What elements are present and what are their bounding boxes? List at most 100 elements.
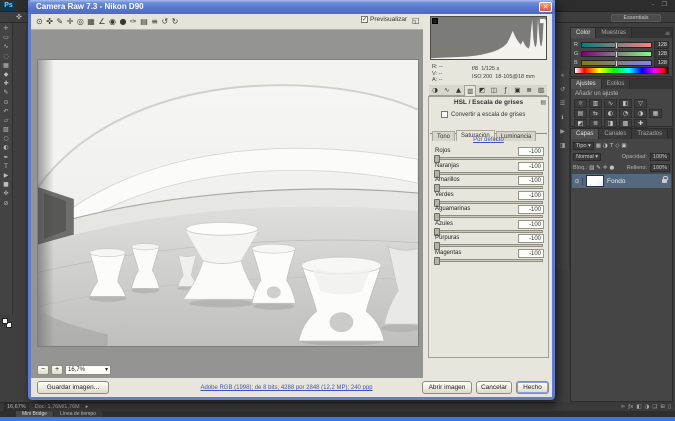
layer-group-icon[interactable]: ❏ — [652, 404, 657, 410]
blur-tool-icon[interactable]: ○ — [3, 136, 8, 142]
adj-posterize-icon[interactable]: ≣ — [589, 119, 602, 128]
eraser-tool-icon[interactable]: ▱ — [4, 118, 9, 124]
lock-pixels-icon[interactable]: ✎ — [596, 165, 601, 171]
cr-tab-snapshots-icon[interactable]: ▧ — [535, 85, 547, 96]
preview-image[interactable] — [37, 59, 419, 347]
slider-value[interactable]: -100 — [518, 234, 544, 243]
slider-value[interactable]: -100 — [518, 147, 544, 156]
cr-graduated-filter-tool-icon[interactable]: ▤ — [140, 17, 148, 27]
actions-panel-icon[interactable]: ▶ — [560, 128, 565, 135]
adj-hue-saturation-icon[interactable]: ▤ — [574, 109, 587, 118]
new-layer-icon[interactable]: ⊞ — [660, 404, 665, 410]
quick-select-tool-icon[interactable]: ◌ — [3, 54, 8, 60]
link-layers-icon[interactable]: ∞ — [621, 404, 626, 410]
cr-rotate-right-icon[interactable]: ↻ — [172, 17, 179, 27]
history-brush-tool-icon[interactable]: ↶ — [3, 109, 8, 115]
channel-value[interactable]: 128 — [654, 41, 669, 49]
cr-tab-tone-curve-icon[interactable]: ∿ — [441, 85, 453, 96]
slider-value[interactable]: -100 — [518, 220, 544, 229]
slider-value[interactable]: -100 — [518, 205, 544, 214]
channel-slider[interactable] — [581, 51, 652, 57]
done-button[interactable]: Hecho — [516, 381, 549, 394]
filter-pixel-icon[interactable]: ▦ — [596, 143, 601, 149]
cancel-button[interactable]: Cancelar — [476, 381, 512, 394]
tab-trazados[interactable]: Trazados — [632, 129, 668, 139]
adj-color-lookup-icon[interactable]: ▦ — [649, 109, 662, 118]
channel-slider-handle[interactable] — [615, 51, 618, 58]
info-panel-icon[interactable]: ℹ — [561, 114, 563, 121]
collapse-panels-icon[interactable]: « — [561, 72, 565, 79]
adj-black-white-icon[interactable]: ◐ — [604, 109, 617, 118]
tab-ajustes[interactable]: Ajustes — [571, 79, 602, 89]
adj-selective-color-icon[interactable]: ✚ — [634, 119, 647, 128]
layer-filter-select[interactable]: Tipo ▾ — [573, 142, 594, 150]
cr-tab-split-toning-icon[interactable]: ◩ — [476, 85, 488, 96]
adj-exposure-icon[interactable]: ◧ — [619, 99, 632, 108]
slider-value[interactable]: -100 — [518, 176, 544, 185]
healing-brush-tool-icon[interactable]: ✚ — [3, 81, 8, 87]
adj-curves-icon[interactable]: ∿ — [604, 99, 617, 108]
slider-track[interactable] — [434, 244, 543, 247]
slider-value[interactable]: -100 — [518, 162, 544, 171]
convert-grayscale-checkbox[interactable] — [441, 111, 448, 118]
gradient-tool-icon[interactable]: ▨ — [3, 127, 9, 133]
pen-tool-icon[interactable]: ✒ — [3, 155, 8, 161]
cr-color-sampler-tool-icon[interactable]: ✛ — [67, 17, 74, 27]
foreground-color-swatch[interactable] — [2, 318, 8, 324]
zoom-level-select[interactable]: 16,7% ▾ — [65, 365, 111, 375]
cr-zoom-tool-icon[interactable]: ⊙ — [36, 17, 43, 27]
history-panel-icon[interactable]: ↺ — [560, 86, 565, 93]
zoom-out-button[interactable]: − — [37, 365, 49, 375]
styles-panel-icon[interactable]: ◨ — [560, 142, 566, 149]
tab-color[interactable]: Color — [571, 28, 596, 38]
eyedropper-tool-icon[interactable]: ◆ — [4, 72, 9, 78]
workflow-options-link[interactable]: Adobe RGB (1998); de 8 bits; 4288 por 28… — [161, 385, 412, 391]
channel-slider-handle[interactable] — [615, 60, 618, 67]
status-expander-icon[interactable]: ▸ — [86, 404, 89, 410]
adj-invert-icon[interactable]: ◩ — [574, 119, 587, 128]
tab-canales[interactable]: Canales — [599, 129, 632, 139]
adj-threshold-icon[interactable]: ◨ — [604, 119, 617, 128]
slider-value[interactable]: -100 — [518, 249, 544, 258]
preview-checkbox[interactable]: ✓ — [361, 16, 368, 23]
path-select-tool-icon[interactable]: ▶ — [4, 173, 9, 179]
open-image-button[interactable]: Abrir imagen — [422, 381, 472, 394]
tab-muestras[interactable]: Muestras — [596, 28, 632, 38]
cr-tab-effects-icon[interactable]: ƒ — [500, 85, 512, 96]
fill-value[interactable]: 100% — [650, 164, 670, 172]
filter-type-icon[interactable]: T — [610, 143, 613, 149]
cr-hand-tool-icon[interactable]: ✜ — [46, 17, 53, 27]
slider-track[interactable] — [434, 215, 543, 218]
cr-spot-removal-tool-icon[interactable]: ◉ — [109, 17, 116, 27]
layer-thumbnail[interactable] — [586, 175, 604, 187]
convert-grayscale-toggle[interactable]: Convertir a escala de grises — [441, 111, 525, 118]
filter-smart-icon[interactable]: ▣ — [621, 143, 626, 149]
workspace-switcher[interactable]: Essentials — [611, 14, 661, 22]
tab-capas[interactable]: Capas — [571, 129, 599, 139]
tab-estilos[interactable]: Estilos — [602, 79, 631, 89]
type-tool-icon[interactable]: T — [4, 164, 8, 170]
cr-red-eye-tool-icon[interactable]: ● — [120, 17, 127, 27]
filter-adjustment-icon[interactable]: ◑ — [603, 143, 608, 149]
dodge-tool-icon[interactable]: ◐ — [3, 145, 8, 151]
slider-track[interactable] — [434, 259, 543, 262]
clone-stamp-tool-icon[interactable]: ⊙ — [3, 100, 8, 106]
cr-tab-lens-corrections-icon[interactable]: ◫ — [488, 85, 500, 96]
slider-track[interactable] — [434, 230, 543, 233]
save-image-button[interactable]: Guardar imagen... — [37, 381, 109, 394]
window-restore-icon[interactable]: ❐ — [662, 1, 667, 8]
window-minimize-icon[interactable]: – — [652, 1, 655, 8]
layer-row-background[interactable]: ⊙ Fondo — [572, 174, 671, 188]
layer-visibility-eye-icon[interactable]: ⊙ — [572, 178, 583, 185]
hand-tool-icon[interactable]: ✜ — [3, 191, 8, 197]
move-tool-icon[interactable]: ✛ — [3, 26, 8, 32]
cr-tab-hsl-grayscale-icon[interactable]: ▥ — [464, 85, 476, 96]
delete-layer-icon[interactable]: ▯ — [668, 404, 671, 410]
cr-adjustment-brush-tool-icon[interactable]: ✑ — [130, 17, 137, 27]
slider-value[interactable]: -100 — [518, 191, 544, 200]
properties-panel-icon[interactable]: ☰ — [560, 100, 565, 107]
brush-tool-icon[interactable]: ✎ — [3, 90, 8, 96]
adj-brightness-contrast-icon[interactable]: ☼ — [574, 99, 587, 108]
lock-transparency-icon[interactable]: ▨ — [589, 165, 594, 171]
cr-tab-detail-icon[interactable]: ▲ — [453, 85, 465, 96]
